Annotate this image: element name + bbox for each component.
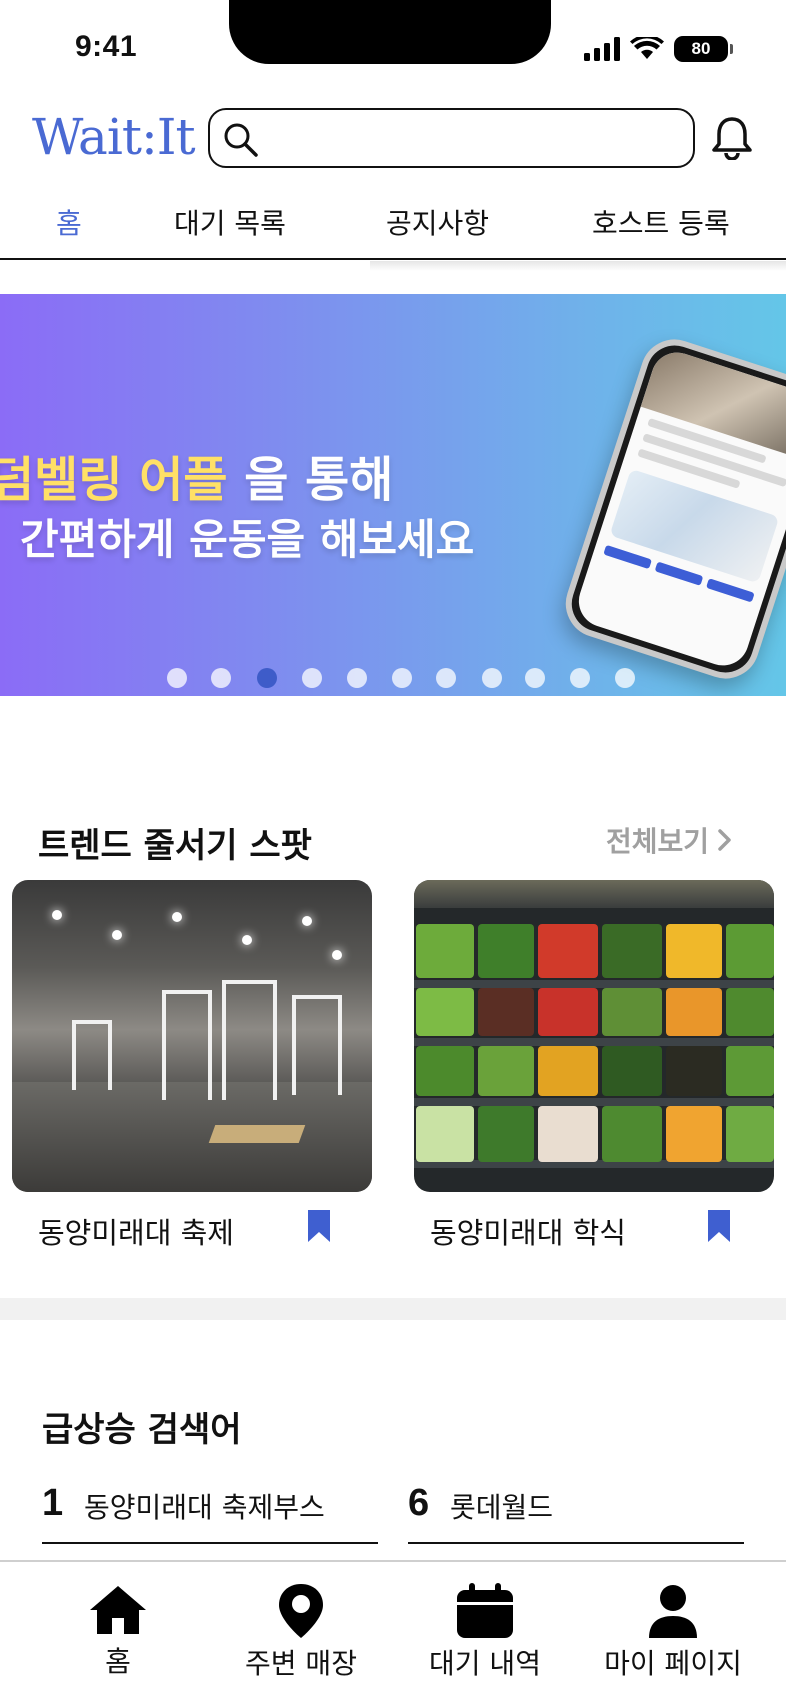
carousel-dot[interactable] xyxy=(302,668,322,688)
nav-wait-history[interactable]: 대기 내역 xyxy=(422,1582,548,1682)
carousel-dot-active[interactable] xyxy=(257,668,277,688)
rank-number: 1 xyxy=(42,1482,64,1524)
bottom-nav: 홈 주변 매장 대기 내역 마이 페이지 xyxy=(0,1560,786,1704)
bookmark-icon[interactable] xyxy=(708,1210,730,1242)
banner-subline: 간편하게 운동을 해보세요 xyxy=(20,515,475,564)
banner-headline-rest: 을 통해 xyxy=(227,452,394,508)
battery-level: 80 xyxy=(691,39,711,58)
carousel-dot[interactable] xyxy=(392,668,412,688)
rising-title: 급상승 검색어 xyxy=(42,1410,242,1450)
home-icon xyxy=(90,1586,146,1634)
carousel-dot[interactable] xyxy=(525,668,545,688)
camera-notch xyxy=(229,0,551,64)
nav-my-page[interactable]: 마이 페이지 xyxy=(600,1582,746,1682)
signal-icon xyxy=(584,37,620,61)
banner-headline: 덤벨링 어플 을 통해 xyxy=(0,440,393,510)
tabs-shadow xyxy=(370,261,786,271)
see-all-label: 전체보기 xyxy=(606,825,710,858)
chevron-right-icon xyxy=(718,829,731,851)
nav-home[interactable]: 홈 xyxy=(82,1582,154,1680)
rising-keyword-item[interactable]: 1 동양미래대 축제부스 xyxy=(42,1476,378,1544)
phone-mockup-image xyxy=(556,330,786,688)
produce-photo xyxy=(414,880,774,1192)
promo-banner[interactable]: 덤벨링 어플 을 통해 간편하게 운동을 해보세요 xyxy=(0,294,786,696)
tab-host-register[interactable]: 호스트 등록 xyxy=(592,202,730,242)
status-icons: 80 xyxy=(584,36,733,62)
bell-icon[interactable] xyxy=(710,114,754,160)
status-time: 9:41 xyxy=(75,30,138,63)
nav-my-page-label: 마이 페이지 xyxy=(604,1647,742,1680)
trending-title: 트렌드 줄서기 스팟 xyxy=(38,826,312,866)
search-input[interactable] xyxy=(266,120,676,156)
nav-home-label: 홈 xyxy=(105,1645,131,1678)
map-pin-icon xyxy=(279,1584,323,1638)
rising-keyword-item[interactable]: 6 롯데월드 xyxy=(408,1476,744,1544)
see-all-link[interactable]: 전체보기 xyxy=(606,820,733,860)
rank-keyword: 동양미래대 축제부스 xyxy=(84,1491,325,1524)
wifi-icon xyxy=(630,37,664,59)
tab-wait-list[interactable]: 대기 목록 xyxy=(174,202,286,242)
carousel-dot[interactable] xyxy=(615,668,635,688)
phone-screen xyxy=(572,345,786,673)
card-title: 동양미래대 축제 xyxy=(38,1216,234,1250)
carousel-dot[interactable] xyxy=(482,668,502,688)
battery-tip xyxy=(730,44,733,54)
carousel-dot[interactable] xyxy=(347,668,367,688)
battery-indicator: 80 xyxy=(674,36,733,62)
person-icon xyxy=(649,1585,697,1638)
carousel-dot[interactable] xyxy=(167,668,187,688)
rank-number: 6 xyxy=(408,1482,430,1524)
rank-keyword: 롯데월드 xyxy=(450,1491,554,1524)
nav-nearby-stores[interactable]: 주변 매장 xyxy=(238,1582,364,1682)
banner-highlight: 덤벨링 어플 xyxy=(0,452,228,508)
carousel-dot[interactable] xyxy=(436,668,456,688)
gym-photo xyxy=(12,880,372,1192)
app-logo[interactable]: Wait:It xyxy=(32,108,196,166)
calendar-icon xyxy=(457,1583,513,1638)
section-divider xyxy=(0,1298,786,1320)
search-bar[interactable] xyxy=(208,108,695,168)
status-bar: 9:41 80 xyxy=(0,0,786,100)
card-title: 동양미래대 학식 xyxy=(430,1216,626,1250)
carousel-dot[interactable] xyxy=(211,668,231,688)
app-header: Wait:It xyxy=(0,104,786,174)
tab-home[interactable]: 홈 xyxy=(56,202,82,242)
bookmark-icon[interactable] xyxy=(308,1210,330,1242)
top-tabs: 홈 대기 목록 공지사항 호스트 등록 xyxy=(0,190,786,260)
carousel-dot[interactable] xyxy=(570,668,590,688)
tab-notices[interactable]: 공지사항 xyxy=(386,202,489,242)
nav-wait-history-label: 대기 내역 xyxy=(429,1647,541,1680)
search-icon xyxy=(224,123,258,157)
nav-nearby-label: 주변 매장 xyxy=(245,1647,357,1680)
